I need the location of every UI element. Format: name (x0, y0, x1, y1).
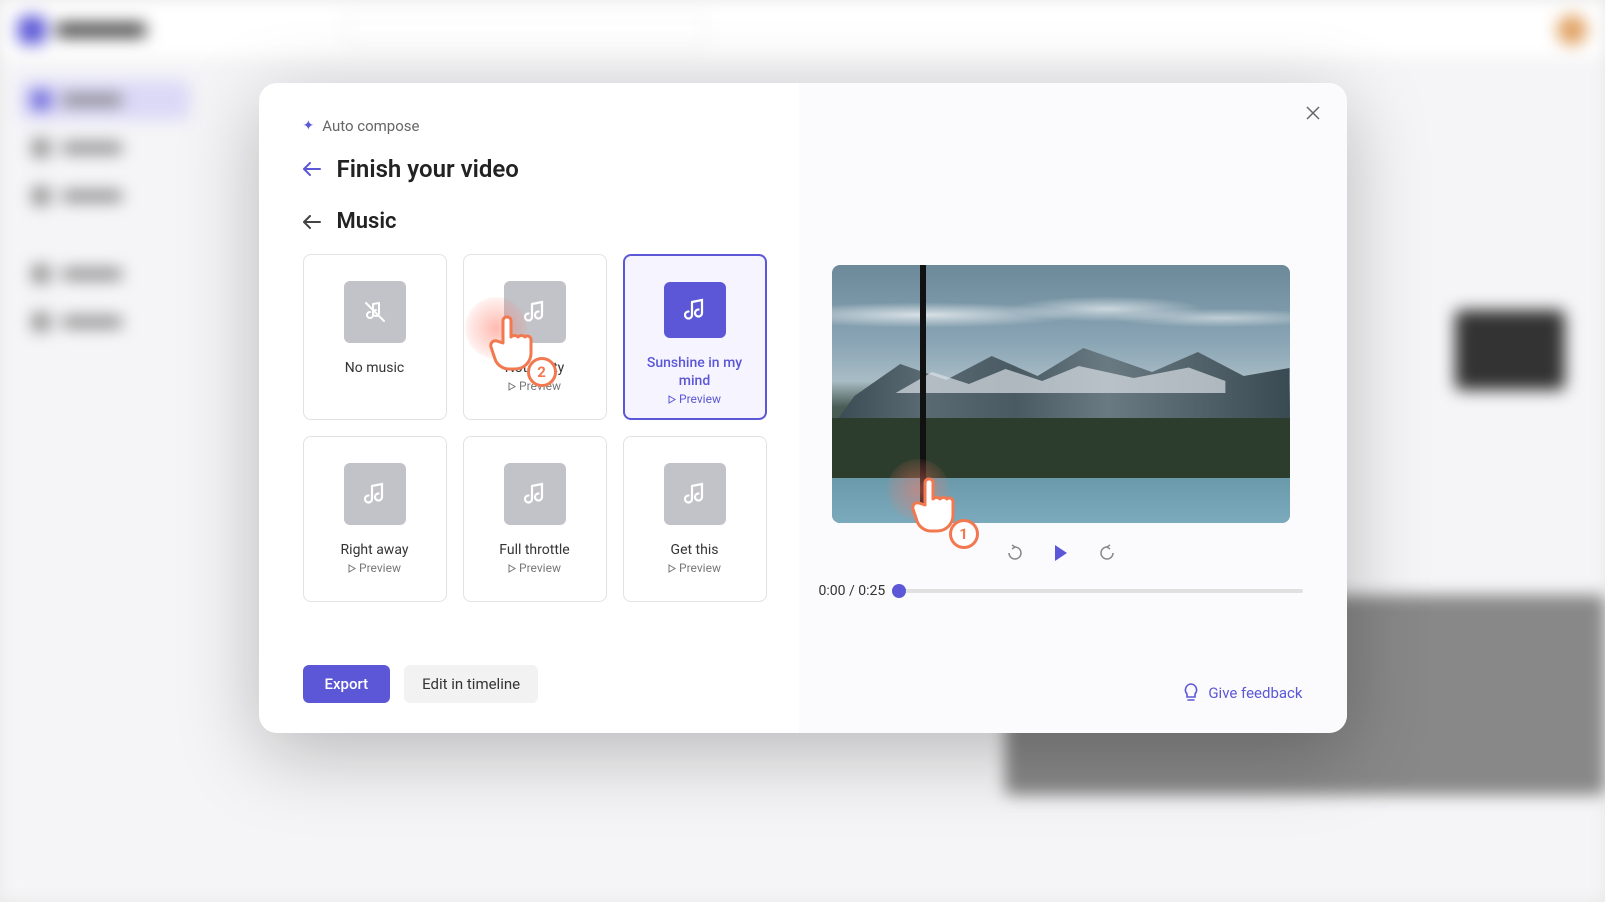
time-total: 0:25 (858, 583, 885, 599)
modal-title: Finish your video (337, 155, 519, 183)
export-button[interactable]: Export (303, 665, 391, 703)
music-grid: No musicNot guiltyPreviewSunshine in my … (303, 254, 775, 602)
music-note-icon (664, 282, 726, 338)
sparkle-icon: ✦ (303, 118, 315, 134)
time-current: 0:00 (819, 583, 846, 599)
play-small-icon (668, 395, 676, 404)
play-small-icon (668, 564, 676, 573)
music-preview-link[interactable]: Preview (668, 392, 721, 406)
timeline-thumb[interactable] (892, 584, 906, 598)
music-note-icon (504, 463, 566, 525)
auto-compose-modal: ✦ Auto compose Finish your video Music N… (259, 83, 1347, 733)
close-icon (1306, 106, 1320, 120)
music-card[interactable]: Sunshine in my mind Preview (623, 254, 767, 420)
music-card[interactable]: Full throttle Preview (463, 436, 607, 602)
playback-controls (819, 541, 1303, 565)
arrow-left-icon (303, 215, 321, 229)
skip-back-button[interactable] (1003, 541, 1027, 565)
timeline-slider[interactable] (899, 589, 1302, 593)
play-small-icon (348, 564, 356, 573)
skip-back-icon (1006, 544, 1024, 562)
music-preview-link[interactable]: Preview (668, 561, 721, 575)
play-small-icon (508, 564, 516, 573)
music-card-name: No music (345, 359, 404, 377)
pointer-badge-2: 2 (527, 357, 557, 387)
back-to-steps-button[interactable] (303, 159, 323, 179)
play-icon (1053, 544, 1069, 562)
lightbulb-icon (1182, 683, 1200, 703)
modal-overlay: ✦ Auto compose Finish your video Music N… (0, 0, 1605, 902)
music-note-icon (344, 463, 406, 525)
music-card-name: Right away (341, 541, 409, 559)
hand-pointer-icon (907, 477, 957, 533)
no-music-icon (344, 281, 406, 343)
feedback-label: Give feedback (1208, 684, 1302, 702)
modal-left-panel: ✦ Auto compose Finish your video Music N… (259, 83, 799, 733)
music-note-icon (664, 463, 726, 525)
skip-forward-icon (1098, 544, 1116, 562)
skip-forward-button[interactable] (1095, 541, 1119, 565)
timeline-row: 0:00 / 0:25 (819, 583, 1303, 599)
close-button[interactable] (1301, 101, 1325, 125)
give-feedback-link[interactable]: Give feedback (819, 683, 1303, 703)
playback-time: 0:00 / 0:25 (819, 583, 886, 599)
music-preview-link[interactable]: Preview (508, 561, 561, 575)
music-card[interactable]: Get this Preview (623, 436, 767, 602)
music-card[interactable]: No music (303, 254, 447, 420)
auto-compose-label: Auto compose (322, 117, 419, 135)
play-button[interactable] (1049, 541, 1073, 565)
modal-right-panel: 0:00 / 0:25 Give feedback (799, 83, 1347, 733)
edit-timeline-button[interactable]: Edit in timeline (404, 665, 538, 703)
music-card-name: Sunshine in my mind (633, 354, 757, 390)
music-card-name: Get this (671, 541, 719, 559)
auto-compose-breadcrumb: ✦ Auto compose (303, 117, 775, 135)
pointer-badge-1: 1 (949, 519, 979, 549)
section-title: Music (337, 209, 397, 234)
music-card[interactable]: Right away Preview (303, 436, 447, 602)
arrow-left-icon (303, 162, 321, 176)
music-preview-link[interactable]: Preview (348, 561, 401, 575)
play-small-icon (508, 382, 516, 391)
music-back-button[interactable] (303, 212, 323, 232)
music-card-name: Full throttle (499, 541, 569, 559)
hand-pointer-icon (485, 315, 535, 371)
